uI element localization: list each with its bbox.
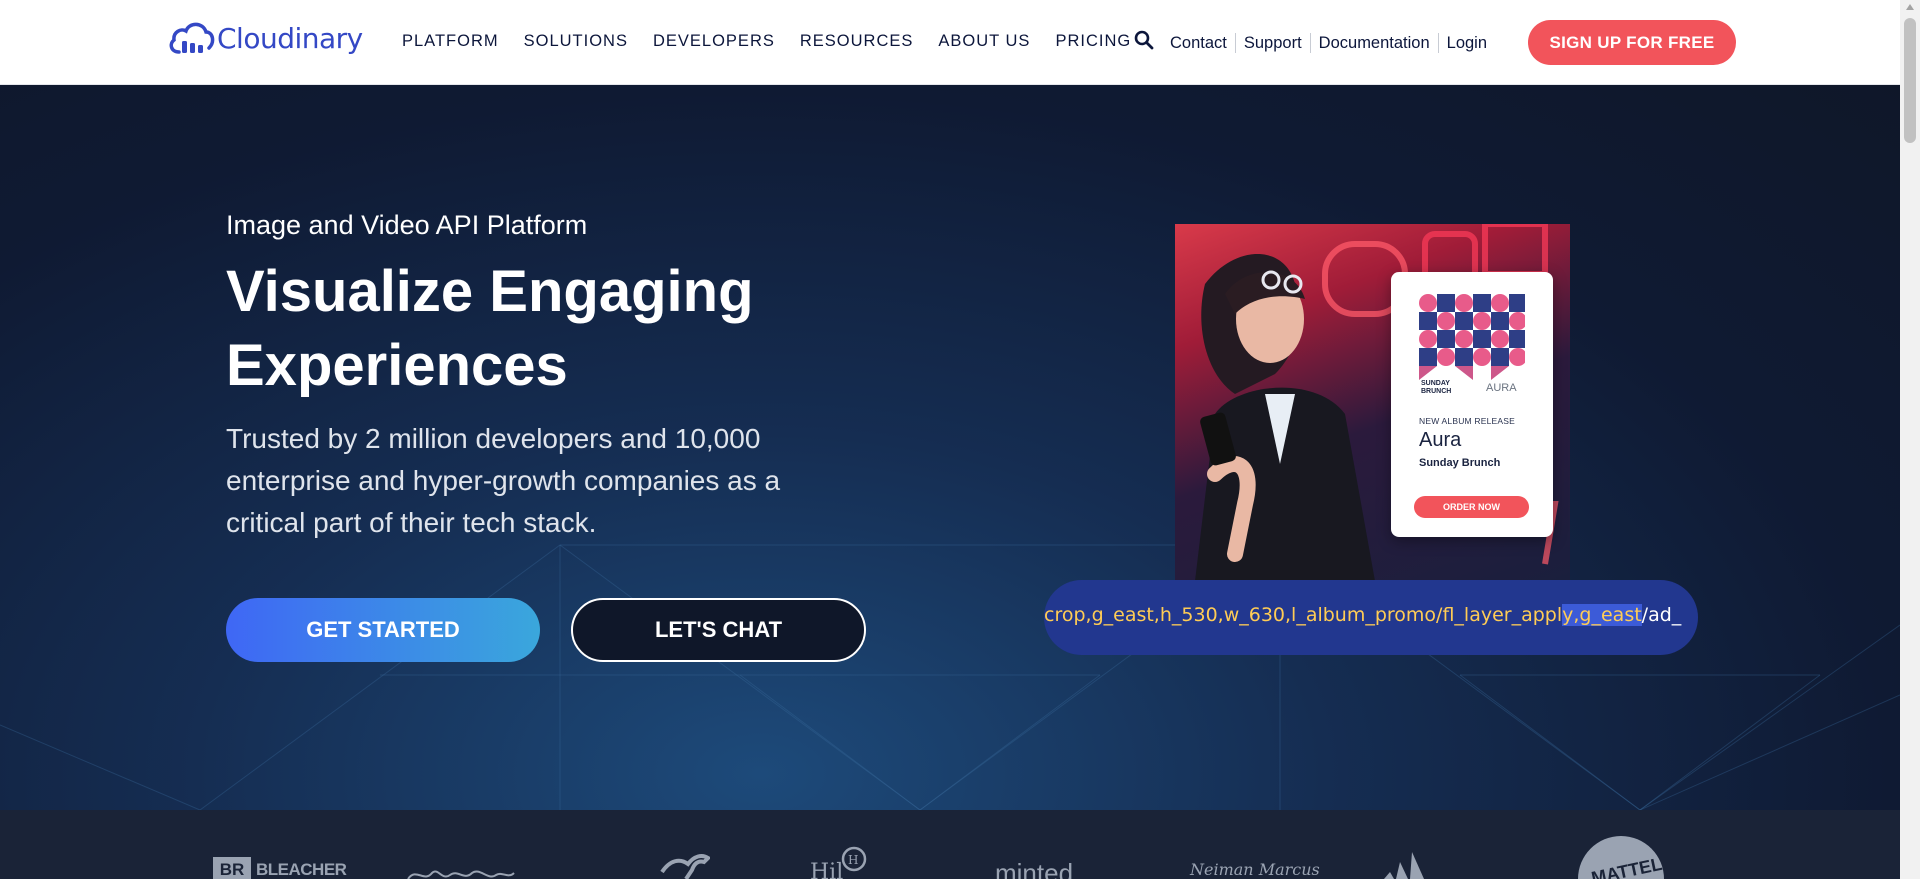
nav-resources[interactable]: RESOURCES	[800, 32, 914, 51]
hero-media-image: SUNDAY BRUNCH AURA NEW ALBUM RELEASE Aur…	[1175, 224, 1570, 581]
scroll-thumb[interactable]	[1904, 18, 1916, 143]
lets-chat-button[interactable]: LET'S CHAT	[571, 598, 866, 662]
cloud-logo-icon	[169, 22, 215, 54]
site-header: Cloudinary PLATFORM SOLUTIONS DEVELOPERS…	[0, 0, 1900, 85]
nav-pricing[interactable]: PRICING	[1055, 32, 1131, 51]
nav-developers[interactable]: DEVELOPERS	[653, 32, 775, 51]
br-monogram-icon: BR	[213, 857, 251, 879]
client-logo-minted: minted	[995, 858, 1074, 879]
album-promo-card: SUNDAY BRUNCH AURA NEW ALBUM RELEASE Aur…	[1391, 272, 1553, 537]
nav-contact[interactable]: Contact	[1162, 33, 1235, 53]
client-logo-mattel: MATTEL	[1578, 836, 1664, 879]
album-artist: Sunday Brunch	[1419, 457, 1501, 469]
vertical-scrollbar[interactable]	[1900, 0, 1920, 879]
nav-platform[interactable]: PLATFORM	[402, 32, 499, 51]
album-title: Aura	[1419, 429, 1462, 451]
adidas-logo-icon	[1384, 852, 1424, 879]
hero-headline: Visualize Engaging Experiences	[226, 259, 754, 398]
client-name-mattel: MATTEL	[1589, 853, 1664, 879]
hilton-logo-icon: H Hil	[810, 846, 867, 879]
transformation-url-bar: crop,g_east,h_530,w_630,l_album_promo/fl…	[1044, 580, 1698, 655]
url-part-after: /ad_	[1641, 604, 1682, 626]
url-part-highlight: y,g_east	[1562, 604, 1642, 626]
album-tag-brunch: SUNDAY BRUNCH	[1421, 380, 1452, 395]
nav-about-us[interactable]: ABOUT US	[938, 32, 1030, 51]
transformation-url-text: crop,g_east,h_530,w_630,l_album_promo/fl…	[1044, 604, 1698, 626]
nav-login[interactable]: Login	[1437, 33, 1495, 53]
order-now-button[interactable]: ORDER NOW	[1414, 496, 1529, 518]
cloudinary-logo[interactable]: Cloudinary	[167, 18, 363, 58]
album-tag-aura: AURA	[1486, 382, 1517, 394]
client-name-bleacher: BLEACHER	[256, 860, 347, 879]
script-brand-logo-icon	[407, 870, 515, 879]
client-logo-neiman-marcus: Neiman Marcus	[1190, 860, 1320, 879]
search-icon[interactable]	[1134, 30, 1154, 50]
client-logo-strip: BR BLEACHER H Hil minted Neiman Marcus M…	[0, 810, 1900, 879]
scroll-up-arrow-icon[interactable]	[1906, 4, 1914, 10]
nav-solutions[interactable]: SOLUTIONS	[524, 32, 628, 51]
secondary-nav: Contact Support Documentation Login	[1162, 33, 1495, 53]
logo-wordmark: Cloudinary	[217, 21, 363, 55]
svg-text:H: H	[848, 853, 858, 867]
nav-documentation[interactable]: Documentation	[1309, 33, 1438, 53]
nav-support[interactable]: Support	[1234, 33, 1310, 53]
hero-eyebrow: Image and Video API Platform	[226, 210, 588, 240]
hero-section: Image and Video API Platform Visualize E…	[0, 85, 1900, 810]
client-logo-bleacher: BR BLEACHER	[213, 857, 347, 879]
main-nav: PLATFORM SOLUTIONS DEVELOPERS RESOURCES …	[402, 32, 1156, 51]
signup-button[interactable]: SIGN UP FOR FREE	[1528, 20, 1736, 65]
url-part-before: crop,g_east,h_530,w_630,l_album_promo/fl…	[1044, 604, 1563, 626]
svg-text:Hil: Hil	[810, 860, 843, 879]
new-release-label: NEW ALBUM RELEASE	[1419, 416, 1515, 426]
get-started-button[interactable]: GET STARTED	[226, 598, 540, 662]
puma-logo-icon	[660, 854, 710, 879]
hero-subtext: Trusted by 2 million developers and 10,0…	[226, 423, 781, 538]
